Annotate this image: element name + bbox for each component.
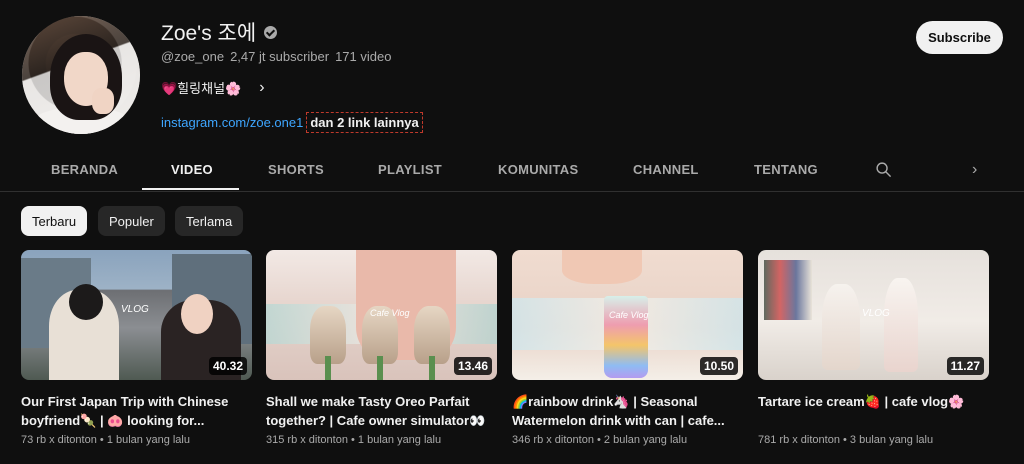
tab-channel[interactable]: CHANNEL [633,162,699,177]
channel-name: Zoe's 조에 [161,22,257,45]
subscribe-button[interactable]: Subscribe [916,21,1003,54]
verified-check-icon [264,25,278,39]
video-meta: 346 rb x ditonton • 2 bulan yang lalu [512,434,688,446]
video-title[interactable]: 🌈rainbow drink🦄 | Seasonal Watermelon dr… [512,392,742,430]
upload-age: 3 bulan yang lalu [849,434,934,446]
video-thumbnail[interactable]: VLOG 40.32 [21,250,252,380]
video-title[interactable]: Our First Japan Trip with Chinese boyfri… [21,392,251,430]
video-meta: 781 rb x ditonton • 3 bulan yang lalu [758,434,934,446]
upload-age: 2 bulan yang lalu [603,434,688,446]
view-count: 315 rb x ditonton [266,434,348,446]
channel-handle: @zoe_one [161,49,225,64]
video-card[interactable]: VLOG 40.32 Our First Japan Trip with Chi… [21,250,252,446]
video-thumbnail[interactable]: Cafe Vlog 13.46 [266,250,497,380]
thumb-arm [562,250,642,284]
thumbnail-overlay-text: VLOG [862,308,890,319]
video-card[interactable]: Cafe Vlog 10.50 🌈rainbow drink🦄 | Season… [512,250,743,446]
video-card[interactable]: Cafe Vlog 13.46 Shall we make Tasty Oreo… [266,250,497,446]
tab-tentang[interactable]: TENTANG [754,162,818,177]
view-count: 73 rb x ditonton [21,434,97,446]
channel-links: instagram.com/zoe.one1 dan 2 link lainny… [161,112,423,133]
thumb-parfait-stem [429,356,435,380]
channel-tagline: 💗힐링채널🌸 [161,81,242,96]
more-links-button[interactable]: dan 2 link lainnya [306,112,423,133]
channel-avatar [22,16,140,134]
video-duration: 10.50 [699,357,738,375]
thumbnail-overlay-text: Cafe Vlog [609,310,649,320]
tabs-next-chevron-icon[interactable]: › [972,161,977,179]
channel-tabs: BERANDA VIDEO SHORTS PLAYLIST KOMUNITAS … [0,150,1024,192]
thumb-person-left-head [69,284,103,320]
video-meta: 315 rb x ditonton • 1 bulan yang lalu [266,434,442,446]
video-meta: 73 rb x ditonton • 1 bulan yang lalu [21,434,190,446]
filter-populer[interactable]: Populer [98,206,165,236]
video-title[interactable]: Shall we make Tasty Oreo Parfait togethe… [266,392,496,430]
view-count: 781 rb x ditonton [758,434,840,446]
channel-description[interactable]: 💗힐링채널🌸 › [161,78,265,97]
thumb-ice-cream-jar [884,278,918,372]
tab-beranda[interactable]: BERANDA [51,162,118,177]
avatar-hand [92,88,114,114]
video-duration: 40.32 [208,357,247,375]
video-thumbnail[interactable]: VLOG 11.27 [758,250,989,380]
upload-age: 1 bulan yang lalu [106,434,190,446]
video-duration: 13.46 [453,357,492,375]
thumb-parfait-stem [377,356,383,380]
video-card[interactable]: VLOG 11.27 Tartare ice cream🍓 | cafe vlo… [758,250,989,446]
thumb-ice-cream-jar [822,284,860,370]
filter-terbaru[interactable]: Terbaru [21,206,88,236]
tab-shorts[interactable]: SHORTS [268,162,324,177]
instagram-link[interactable]: instagram.com/zoe.one1 [161,115,303,130]
video-count: 171 video [335,49,392,64]
thumb-parfait-stem [325,356,331,380]
upload-age: 1 bulan yang lalu [357,434,442,446]
tab-komunitas[interactable]: KOMUNITAS [498,162,578,177]
tab-playlist[interactable]: PLAYLIST [378,162,442,177]
subscriber-count: 2,47 jt subscriber [230,49,330,64]
view-count: 346 rb x ditonton [512,434,594,446]
filter-terlama[interactable]: Terlama [175,206,244,236]
active-tab-indicator [142,188,239,190]
thumb-person-right-face [181,294,213,334]
thumbnail-overlay-text: Cafe Vlog [370,308,410,318]
tab-video[interactable]: VIDEO [171,162,213,177]
thumb-bottles [764,260,812,320]
channel-meta: @zoe_one 2,47 jt subscriber 171 video [161,49,391,64]
video-thumbnail[interactable]: Cafe Vlog 10.50 [512,250,743,380]
video-title[interactable]: Tartare ice cream🍓 | cafe vlog🌸 [758,392,988,430]
thumb-rainbow-glass [604,296,648,378]
thumbnail-overlay-text: VLOG [121,304,149,315]
chevron-right-icon[interactable]: › [259,79,264,97]
channel-title: Zoe's 조에 [161,17,278,47]
search-icon[interactable] [875,161,892,178]
video-duration: 11.27 [946,357,984,375]
